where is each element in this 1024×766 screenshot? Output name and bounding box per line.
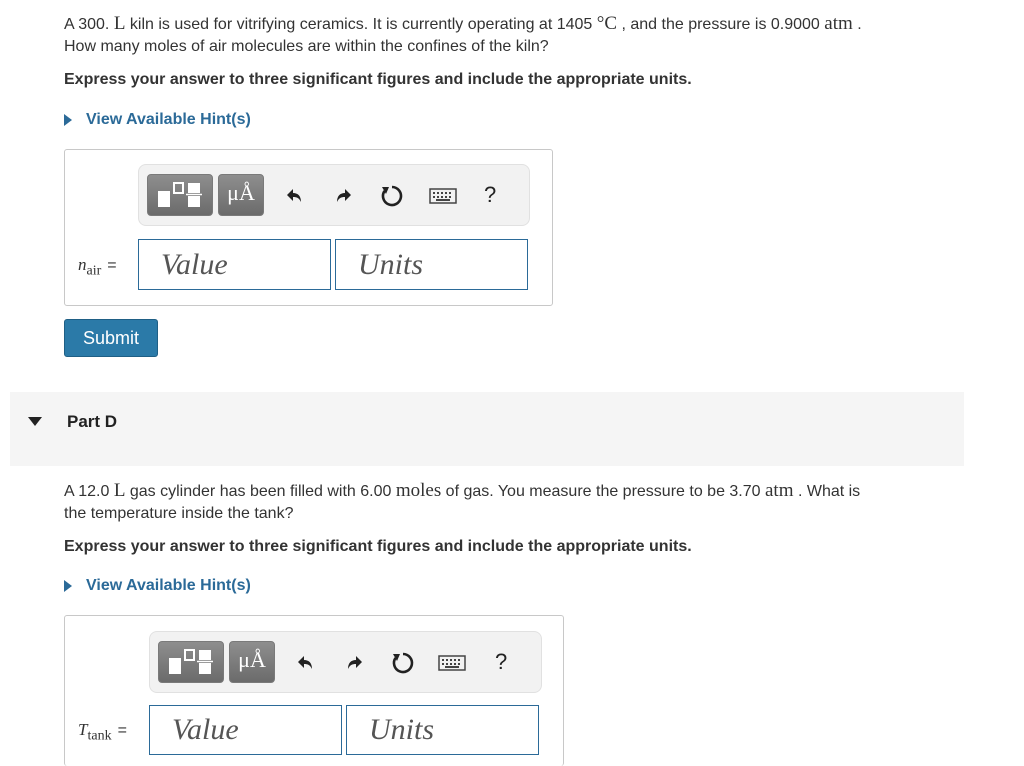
variable-symbol: n [78, 255, 87, 274]
redo-icon[interactable] [344, 651, 368, 675]
help-icon[interactable]: ? [484, 182, 496, 208]
question-d: A 12.0 L gas cylinder has been filled wi… [64, 480, 964, 525]
question-c: A 300. L kiln is used for vitrifying cer… [64, 13, 964, 58]
templates-icon [169, 649, 213, 674]
part-d-title: Part D [67, 412, 118, 431]
hint-label: View Available Hint(s) [86, 577, 251, 594]
question-text: of gas. You measure the pressure to be 3… [441, 483, 765, 500]
question-text: A 12.0 [64, 483, 114, 500]
undo-icon[interactable] [292, 651, 316, 675]
question-c-line2: How many moles of air molecules are with… [64, 38, 549, 55]
units-input-d[interactable]: Units [346, 705, 539, 755]
reset-icon[interactable] [379, 183, 405, 209]
hint-toggle-c[interactable]: View Available Hint(s) [64, 111, 251, 129]
redo-icon[interactable] [333, 184, 357, 208]
units-button[interactable]: μÅ [229, 641, 275, 683]
units-placeholder: Units [358, 248, 424, 281]
question-text: . [852, 16, 862, 33]
expand-triangle-icon [64, 114, 72, 126]
unit-atm: atm [824, 13, 853, 34]
toolbar-d: μÅ ? [149, 631, 542, 693]
equals-sign: = [107, 257, 117, 274]
unit-L: L [113, 480, 126, 501]
templates-icon [158, 182, 202, 207]
question-text: gas cylinder has been filled with 6.00 [125, 483, 396, 500]
value-placeholder: Value [172, 713, 239, 746]
keyboard-icon[interactable] [429, 187, 457, 205]
submit-button[interactable]: Submit [64, 319, 158, 357]
units-button[interactable]: μÅ [218, 174, 264, 216]
units-icon: μÅ [238, 647, 266, 672]
units-input-c[interactable]: Units [335, 239, 528, 290]
question-d-line2: the temperature inside the tank? [64, 505, 294, 522]
instruction-d: Express your answer to three significant… [64, 538, 692, 555]
toolbar-c: μÅ ? [138, 164, 530, 226]
hint-toggle-d[interactable]: View Available Hint(s) [64, 577, 251, 595]
reset-icon[interactable] [390, 650, 416, 676]
templates-button[interactable] [147, 174, 213, 216]
value-placeholder: Value [161, 248, 228, 281]
instruction-c: Express your answer to three significant… [64, 71, 692, 88]
hint-label: View Available Hint(s) [86, 111, 251, 128]
variable-subscript: tank [87, 728, 112, 744]
variable-label-d: Ttank = [78, 720, 127, 744]
question-d-line1: A 12.0 L gas cylinder has been filled wi… [64, 480, 964, 503]
templates-button[interactable] [158, 641, 224, 683]
part-d-header[interactable] [10, 392, 964, 466]
equals-sign: = [117, 722, 127, 739]
question-text: kiln is used for vitrifying ceramics. It… [125, 16, 597, 33]
keyboard-icon[interactable] [438, 654, 466, 672]
value-input-d[interactable]: Value [149, 705, 342, 755]
variable-label-c: nair = [78, 255, 117, 279]
unit-celsius: °C [596, 13, 618, 34]
expand-triangle-icon [64, 580, 72, 592]
undo-icon[interactable] [281, 184, 305, 208]
variable-subscript: air [86, 263, 102, 279]
units-icon: μÅ [227, 180, 255, 205]
question-text: A 300. [64, 16, 114, 33]
value-input-c[interactable]: Value [138, 239, 331, 290]
question-c-line1: A 300. L kiln is used for vitrifying cer… [64, 13, 964, 36]
help-icon[interactable]: ? [495, 649, 507, 675]
unit-moles: moles [395, 480, 442, 501]
units-placeholder: Units [369, 713, 435, 746]
unit-atm: atm [765, 480, 794, 501]
collapse-triangle-icon[interactable] [28, 417, 42, 426]
unit-L: L [113, 13, 126, 34]
question-text: , and the pressure is 0.9000 [617, 16, 825, 33]
question-text: . What is [793, 483, 861, 500]
